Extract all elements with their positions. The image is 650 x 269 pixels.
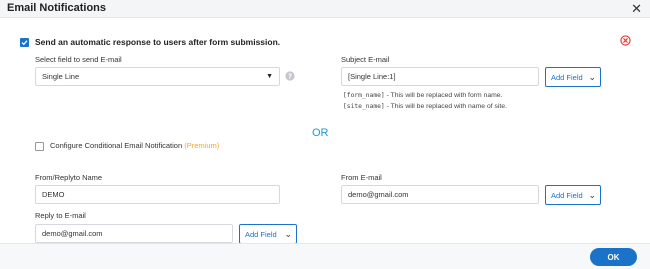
close-icon[interactable]: ✕	[631, 1, 642, 16]
dropdown-arrow-icon: ▼	[266, 73, 273, 80]
question-icon[interactable]: ?	[285, 71, 295, 83]
chevron-down-icon: ⌄	[588, 71, 596, 82]
reply-to-label: Reply to E-mail	[35, 211, 86, 220]
from-name-label: From/Replyto Name	[35, 173, 103, 182]
hint-form-name-code: [form_name]	[343, 92, 385, 99]
or-divider-text: OR	[312, 127, 329, 139]
hint-form-name-text: - This will be replaced with form name.	[384, 92, 503, 99]
remove-circle-icon[interactable]	[620, 35, 631, 48]
from-email-add-field-button[interactable]: Add Field ⌄	[545, 185, 601, 205]
subject-add-field-label: Add Field	[551, 72, 583, 82]
from-email-input[interactable]: demo@gmail.com	[341, 185, 539, 204]
dialog-title: Email Notifications	[7, 2, 107, 14]
dialog-header: Email Notifications ✕	[0, 0, 650, 18]
reply-to-input[interactable]: demo@gmail.com	[35, 224, 233, 243]
auto-response-label: Send an automatic response to users afte…	[35, 37, 281, 47]
from-email-label: From E-mail	[341, 173, 382, 182]
send-field-label: Select field to send E-mail	[35, 55, 122, 64]
conditional-checkbox[interactable]	[35, 142, 44, 151]
from-name-input[interactable]: DEMO	[35, 185, 280, 204]
conditional-label: Configure Conditional Email Notification…	[50, 141, 219, 150]
subject-label: Subject E-mail	[341, 55, 390, 64]
subject-hint-form-name: [form_name] - This will be replaced with…	[343, 92, 502, 99]
chevron-down-icon: ⌄	[588, 189, 596, 200]
auto-response-checkbox[interactable]	[20, 38, 29, 47]
chevron-down-icon: ⌄	[284, 228, 292, 239]
reply-to-add-field-button[interactable]: Add Field ⌄	[239, 224, 297, 244]
subject-hint-site-name: [site_name] - This will be replaced with…	[343, 103, 507, 110]
premium-badge: (Premium)	[184, 141, 220, 150]
hint-site-name-text: - This will be replaced with name of sit…	[384, 103, 507, 110]
from-name-value: DEMO	[42, 190, 65, 199]
send-field-select[interactable]: Single Line ▼	[35, 67, 280, 86]
from-email-value: demo@gmail.com	[348, 190, 409, 199]
ok-button[interactable]: OK	[590, 248, 637, 266]
subject-value: [Single Line:1]	[348, 72, 396, 81]
from-email-add-field-label: Add Field	[551, 190, 583, 200]
send-field-value: Single Line	[42, 72, 80, 81]
conditional-label-text: Configure Conditional Email Notification	[50, 141, 183, 150]
hint-site-name-code: [site_name]	[343, 103, 385, 110]
subject-add-field-button[interactable]: Add Field ⌄	[545, 67, 601, 87]
reply-to-add-field-label: Add Field	[245, 229, 277, 239]
subject-input[interactable]: [Single Line:1]	[341, 67, 539, 86]
reply-to-value: demo@gmail.com	[42, 229, 103, 238]
dialog-footer: OK	[0, 243, 650, 269]
svg-text:?: ?	[288, 73, 292, 81]
